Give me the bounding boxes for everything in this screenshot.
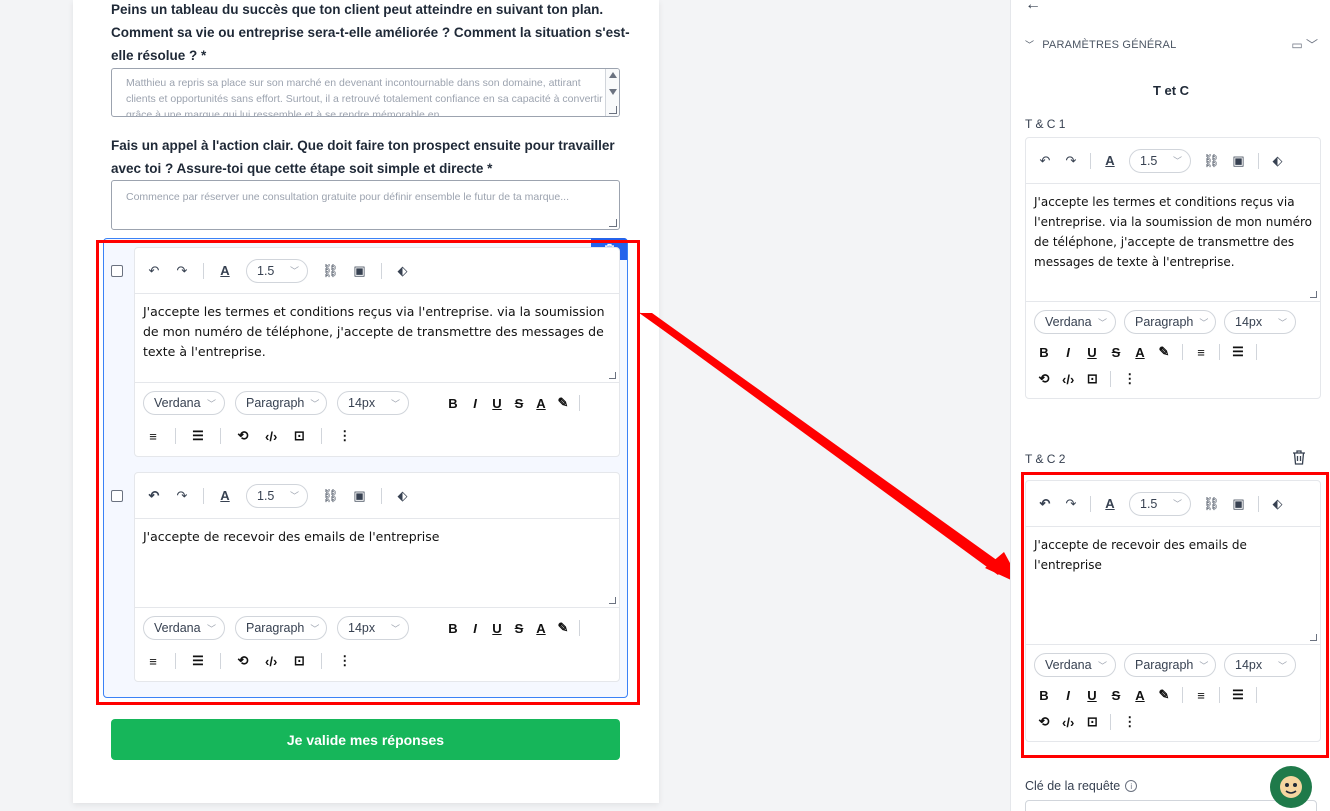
- request-key-text: Clé de la requête: [1025, 779, 1121, 793]
- chat-avatar-icon[interactable]: [1270, 766, 1312, 808]
- tc1-label: T & C 1: [1025, 117, 1066, 131]
- format-toolbar-3: ⟲ ‹/› ⊡ ⋮: [1026, 365, 1320, 393]
- highlight-box-right: [1021, 472, 1329, 758]
- bold-icon[interactable]: B: [1038, 345, 1050, 360]
- embed-icon[interactable]: ⊡: [1086, 371, 1098, 387]
- strikethrough-icon[interactable]: S: [1110, 345, 1122, 360]
- format-toolbar: Verdana ﹀ Paragraph ﹀ 14px ﹀: [1026, 305, 1320, 339]
- chevron-down-icon: ﹀: [1277, 317, 1287, 328]
- highlight-icon[interactable]: ✎: [1158, 344, 1170, 360]
- line-height-select[interactable]: 1.5 ﹀: [1129, 148, 1191, 173]
- tag-icon[interactable]: ⬖: [1271, 153, 1285, 169]
- request-key-input[interactable]: [1025, 800, 1317, 811]
- chevron-down-icon: ﹀: [1025, 40, 1035, 50]
- chevron-down-icon: ﹀: [1097, 317, 1107, 328]
- clear-format-icon[interactable]: ⟲: [1038, 371, 1050, 387]
- text-color-icon[interactable]: A: [1103, 153, 1117, 168]
- divider: [1256, 344, 1257, 360]
- italic-icon[interactable]: I: [1062, 345, 1074, 360]
- image-icon[interactable]: ▣: [1232, 153, 1246, 169]
- editor-toolbar: ↶ ↷ A 1.5 ﹀ ⛓ ▣ ⬖: [1026, 138, 1320, 184]
- device-icon[interactable]: ▭ ﹀: [1291, 36, 1318, 53]
- chevron-down-icon: ﹀: [1172, 156, 1182, 166]
- font-select[interactable]: Verdana ﹀: [1034, 310, 1116, 334]
- panel-tc1-editor: ↶ ↷ A 1.5 ﹀ ⛓ ▣ ⬖ J'accepte les termes et…: [1025, 137, 1321, 399]
- divider: [1090, 152, 1091, 169]
- underline-icon[interactable]: U: [1086, 345, 1098, 360]
- back-arrow-icon[interactable]: ←: [1025, 0, 1041, 14]
- list-icon[interactable]: ☰: [1232, 344, 1244, 360]
- chevron-down-icon: ﹀: [1199, 317, 1209, 328]
- section-header[interactable]: ﹀ PARAMÈTRES GÉNÉRAL: [1025, 38, 1176, 51]
- panel-title: T et C: [1152, 83, 1190, 98]
- more-icon[interactable]: ⋮: [1123, 371, 1136, 387]
- code-icon[interactable]: ‹/›: [1062, 372, 1074, 387]
- undo-icon[interactable]: ↶: [1038, 153, 1052, 169]
- divider: [1182, 344, 1183, 360]
- redo-icon[interactable]: ↷: [1064, 153, 1078, 169]
- panel-tc1-text: J'accepte les termes et conditions reçus…: [1034, 195, 1313, 269]
- request-key-label: Clé de la requête i: [1025, 779, 1138, 793]
- tc2-label: T & C 2: [1025, 452, 1066, 466]
- divider: [1219, 344, 1220, 360]
- section-title: PARAMÈTRES GÉNÉRAL: [1042, 38, 1177, 51]
- format-toolbar-2: B I U S A ✎ ≡ ☰: [1026, 339, 1320, 365]
- divider: [1257, 152, 1259, 169]
- divider: [1110, 371, 1112, 387]
- align-icon[interactable]: ≡: [1195, 345, 1207, 360]
- panel-tc1-body[interactable]: J'accepte les termes et conditions reçus…: [1026, 184, 1320, 302]
- font-color-icon[interactable]: A: [1134, 345, 1146, 360]
- block-select[interactable]: Paragraph ﹀: [1124, 310, 1216, 334]
- link-icon[interactable]: ⛓: [1203, 153, 1220, 169]
- trash-icon[interactable]: [1292, 449, 1306, 469]
- info-icon[interactable]: i: [1125, 780, 1138, 792]
- resize-handle-icon[interactable]: [1310, 291, 1317, 298]
- size-select[interactable]: 14px ﹀: [1224, 310, 1296, 334]
